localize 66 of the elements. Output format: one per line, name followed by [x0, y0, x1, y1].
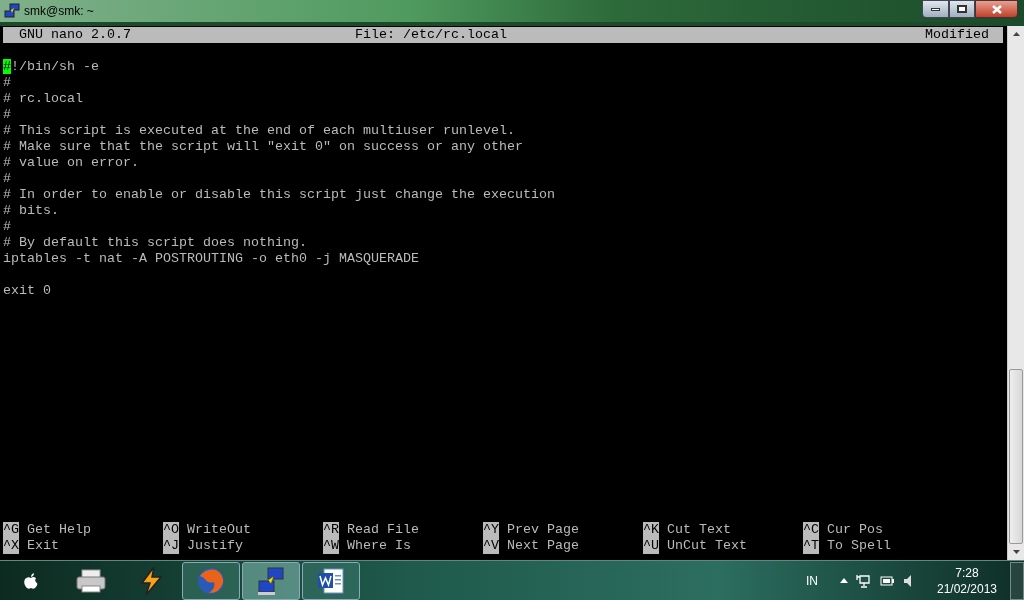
- close-button[interactable]: [975, 0, 1018, 18]
- shortcut-key: ^C: [803, 522, 819, 538]
- shortcut-key: ^J: [163, 538, 179, 554]
- shortcut-label: WriteOut: [187, 522, 251, 538]
- show-desktop-button[interactable]: [1010, 561, 1024, 600]
- shortcut-label: UnCut Text: [667, 538, 747, 554]
- clock-date: 21/02/2013: [936, 580, 998, 597]
- taskbar-app-button[interactable]: [242, 561, 300, 600]
- up-arrow-icon[interactable]: [840, 578, 848, 583]
- up-arrow-icon: [1012, 32, 1020, 36]
- shortcut-key: ^V: [483, 538, 499, 554]
- code-line: #: [3, 219, 11, 235]
- document-icon: [316, 565, 346, 596]
- code-line: # bits.: [3, 203, 59, 219]
- clock-time: 7:28: [955, 564, 979, 581]
- taskbar-app-button[interactable]: [302, 561, 360, 600]
- start-icon[interactable]: [23, 571, 39, 590]
- minimize-button[interactable]: [922, 0, 949, 18]
- code-line: #!/bin/sh -e: [3, 59, 99, 75]
- code-line: # Make sure that the script will "exit 0" on success or any other: [3, 139, 523, 155]
- close-icon: [991, 4, 1002, 14]
- code-line: #: [3, 107, 11, 123]
- computers-icon: [4, 3, 20, 19]
- shortcut-key: ^T: [803, 538, 819, 554]
- shortcut-key: ^Y: [483, 522, 499, 538]
- shortcut-label: Prev Page: [507, 522, 579, 538]
- shortcut-key: ^R: [323, 522, 339, 538]
- shortcut-label: Read File: [347, 522, 419, 538]
- code-line: #: [3, 171, 11, 187]
- shortcut-key: ^O: [163, 522, 179, 538]
- globe-fox-icon: [196, 565, 226, 596]
- shortcut-label: Where Is: [347, 538, 411, 554]
- window-title: smk@smk: ~: [24, 3, 94, 20]
- shortcut-label: Cur Pos: [827, 522, 883, 538]
- clock[interactable]: 7:28 21/02/2013: [932, 564, 1002, 597]
- shortcut-label: To Spell: [827, 538, 891, 554]
- computers-icon: [256, 565, 286, 596]
- shortcut-key: ^K: [643, 522, 659, 538]
- language-indicator[interactable]: IN: [806, 571, 818, 590]
- code-line: # rc.local: [3, 91, 83, 107]
- scrollbar[interactable]: [1007, 26, 1024, 560]
- code-line: # In order to enable or disable this script just change the execution: [3, 187, 555, 203]
- shortcut-label: Exit: [27, 538, 59, 554]
- code-line: iptables -t nat -A POSTROUTING -o eth0 -j MASQUERADE: [3, 251, 419, 267]
- code-line: exit 0: [3, 283, 51, 299]
- battery-icon[interactable]: [880, 575, 894, 586]
- down-arrow-icon: [1012, 550, 1020, 554]
- shortcut-label: Justify: [187, 538, 243, 554]
- shortcut-key: ^W: [323, 538, 339, 554]
- code-line: # By default this script does nothing.: [3, 235, 307, 251]
- app-version: GNU nano 2.0.7: [19, 27, 132, 43]
- shortcut-label: Next Page: [507, 538, 579, 554]
- printer-icon: [76, 567, 106, 594]
- code-line: # value on error.: [3, 155, 139, 171]
- shortcut-key: ^X: [3, 538, 19, 554]
- speaker-icon[interactable]: [904, 574, 914, 587]
- file-name: File: /etc/rc.local: [355, 27, 508, 43]
- shortcut-key: ^G: [3, 522, 19, 538]
- code-line: # This script is executed at the end of each multiuser runlevel.: [3, 123, 515, 139]
- shortcut-label: Cut Text: [667, 522, 731, 538]
- code-line: #: [3, 75, 11, 91]
- modified-status: Modified: [925, 27, 989, 43]
- shortcut-label: Get Help: [27, 522, 91, 538]
- shortcut-key: ^U: [643, 538, 659, 554]
- maximize-button[interactable]: [949, 0, 975, 18]
- network-icon[interactable]: [856, 573, 870, 588]
